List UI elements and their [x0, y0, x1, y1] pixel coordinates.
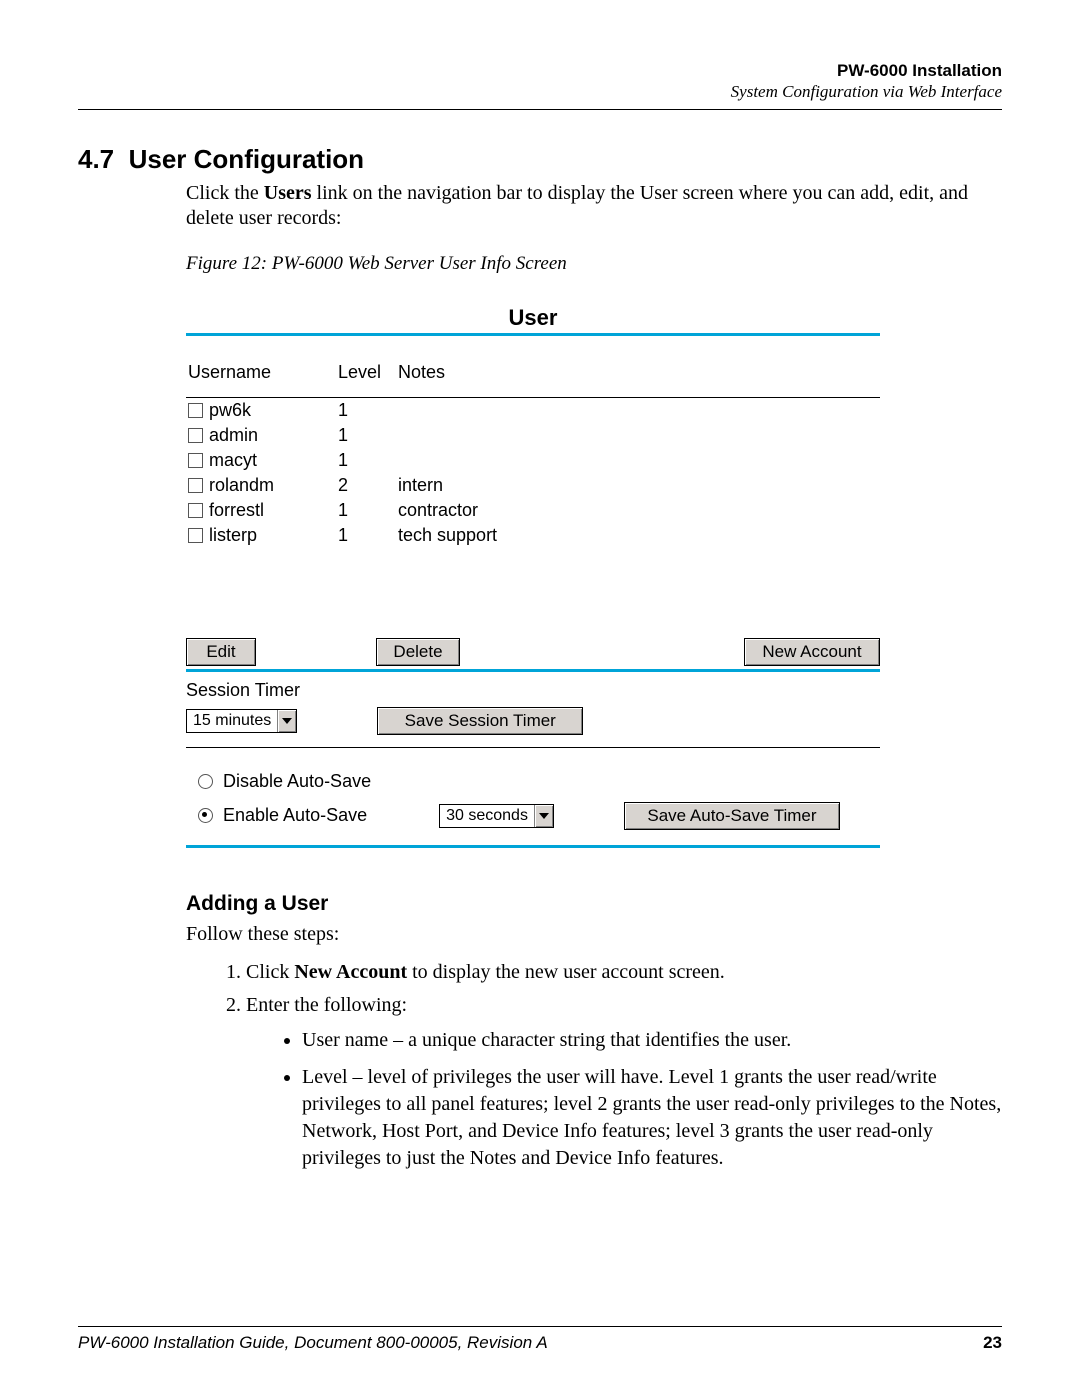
- step-1: Click New Account to display the new use…: [246, 959, 1002, 986]
- table-row: forrestl 1 contractor: [186, 498, 880, 523]
- step-2-sublist: User name – a unique character string th…: [284, 1027, 1002, 1172]
- footer-left: PW-6000 Installation Guide, Document 800…: [78, 1333, 548, 1353]
- checkbox-icon[interactable]: [188, 478, 203, 493]
- panel-title: User: [186, 305, 880, 333]
- adding-user-intro: Follow these steps:: [186, 922, 1002, 947]
- edit-button[interactable]: Edit: [186, 638, 256, 666]
- checkbox-icon[interactable]: [188, 453, 203, 468]
- mid-cyan-rule: [186, 669, 880, 672]
- autosave-interval-select[interactable]: 30 seconds: [439, 804, 554, 828]
- column-header-row: Username Level Notes: [186, 360, 880, 385]
- col-level: Level: [338, 362, 398, 383]
- step-2: Enter the following: User name – a uniqu…: [246, 992, 1002, 1172]
- autosave-block: Disable Auto-Save Enable Auto-Save 30 se…: [186, 766, 880, 845]
- adding-user-heading: Adding a User: [186, 892, 1002, 916]
- save-session-timer-button[interactable]: Save Session Timer: [377, 707, 583, 735]
- header-title: PW-6000 Installation: [78, 60, 1002, 81]
- table-row: listerp 1 tech support: [186, 523, 880, 548]
- checkbox-icon[interactable]: [188, 403, 203, 418]
- enable-autosave-label: Enable Auto-Save: [223, 805, 367, 826]
- radio-enable-autosave[interactable]: [198, 808, 213, 823]
- radio-disable-autosave[interactable]: [198, 774, 213, 789]
- bullet-user-name: User name – a unique character string th…: [302, 1027, 1002, 1054]
- footer-rule: [78, 1326, 1002, 1327]
- table-row: pw6k 1: [186, 398, 880, 423]
- chevron-down-icon: [277, 710, 296, 732]
- page-number: 23: [983, 1333, 1002, 1353]
- table-row: rolandm 2 intern: [186, 473, 880, 498]
- session-timer-label: Session Timer: [186, 680, 880, 701]
- page-header: PW-6000 Installation System Configuratio…: [78, 60, 1002, 103]
- figure-caption: Figure 12: PW-6000 Web Server User Info …: [186, 253, 1002, 275]
- table-row: macyt 1: [186, 448, 880, 473]
- users-link-text: Users: [264, 182, 312, 204]
- header-rule: [78, 109, 1002, 110]
- steps-list: Click New Account to display the new use…: [218, 959, 1002, 1172]
- user-panel: User Username Level Notes pw6k 1 admin 1…: [186, 305, 880, 848]
- table-row: admin 1: [186, 423, 880, 448]
- session-divider: [186, 747, 880, 748]
- section-intro: Click the Users link on the navigation b…: [186, 181, 982, 231]
- col-username: Username: [186, 362, 338, 383]
- bullet-level: Level – level of privileges the user wil…: [302, 1064, 1002, 1172]
- page-footer: PW-6000 Installation Guide, Document 800…: [78, 1326, 1002, 1353]
- section-number: 4.7: [78, 144, 114, 174]
- delete-button[interactable]: Delete: [376, 638, 460, 666]
- button-row: Edit Delete New Account: [186, 638, 880, 666]
- new-account-button[interactable]: New Account: [744, 638, 880, 666]
- chevron-down-icon: [534, 805, 553, 827]
- session-timer-select[interactable]: 15 minutes: [186, 709, 297, 733]
- checkbox-icon[interactable]: [188, 428, 203, 443]
- col-notes: Notes: [398, 362, 880, 383]
- bottom-cyan-rule: [186, 845, 880, 848]
- checkbox-icon[interactable]: [188, 528, 203, 543]
- section-title-text: User Configuration: [129, 144, 364, 174]
- section-heading: 4.7 User Configuration: [78, 144, 1002, 175]
- disable-autosave-label: Disable Auto-Save: [223, 771, 371, 792]
- header-subtitle: System Configuration via Web Interface: [78, 81, 1002, 102]
- save-autosave-timer-button[interactable]: Save Auto-Save Timer: [624, 802, 840, 830]
- checkbox-icon[interactable]: [188, 503, 203, 518]
- panel-top-rule: [186, 333, 880, 336]
